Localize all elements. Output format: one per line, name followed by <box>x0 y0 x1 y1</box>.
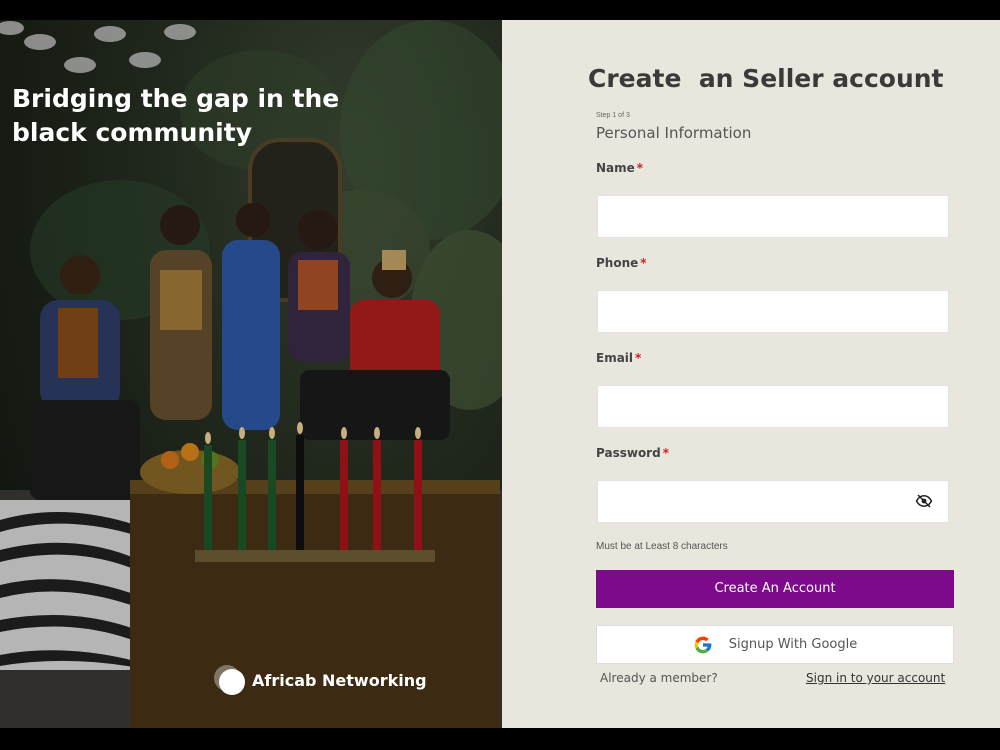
email-input[interactable] <box>597 385 949 428</box>
name-label-text: Name <box>596 161 635 175</box>
eye-slash-icon[interactable] <box>915 492 933 510</box>
password-label: Password * <box>596 446 669 460</box>
google-signup-label: Signup With Google <box>728 637 858 652</box>
required-marker: * <box>640 256 647 270</box>
section-title: Personal Information <box>596 124 752 142</box>
hero-panel: Bridging the gap in the black community … <box>0 20 502 728</box>
brand[interactable]: Africab Networking <box>214 665 427 695</box>
name-label: Name * <box>596 161 643 175</box>
form-title: Create an Seller account <box>588 64 944 93</box>
google-signup-button[interactable]: Signup With Google <box>596 625 954 664</box>
phone-label: Phone * <box>596 256 647 270</box>
member-prompt: Already a member? <box>600 671 718 685</box>
page-frame: Bridging the gap in the black community … <box>0 20 1000 728</box>
name-input[interactable] <box>597 195 949 238</box>
required-marker: * <box>636 161 644 175</box>
step-indicator: Step 1 of 3 <box>596 112 630 119</box>
hero-headline: Bridging the gap in the black community <box>12 84 340 147</box>
google-logo-icon <box>694 636 712 653</box>
phone-input[interactable] <box>597 290 949 333</box>
create-account-button[interactable]: Create An Account <box>596 570 954 608</box>
signin-link[interactable]: Sign in to your account <box>806 671 945 685</box>
brand-name: Africab Networking <box>252 670 427 690</box>
required-marker: * <box>635 351 642 365</box>
email-label-text: Email <box>596 351 634 365</box>
phone-label-text: Phone <box>596 256 639 270</box>
email-label: Email * <box>596 351 641 365</box>
password-input[interactable] <box>597 480 949 523</box>
required-marker: * <box>662 446 669 460</box>
signup-panel: Create an Seller account Step 1 of 3 Per… <box>502 20 1000 728</box>
brand-logo-icon <box>214 665 245 695</box>
password-label-text: Password <box>596 446 661 460</box>
password-hint: Must be at Least 8 characters <box>596 541 728 552</box>
